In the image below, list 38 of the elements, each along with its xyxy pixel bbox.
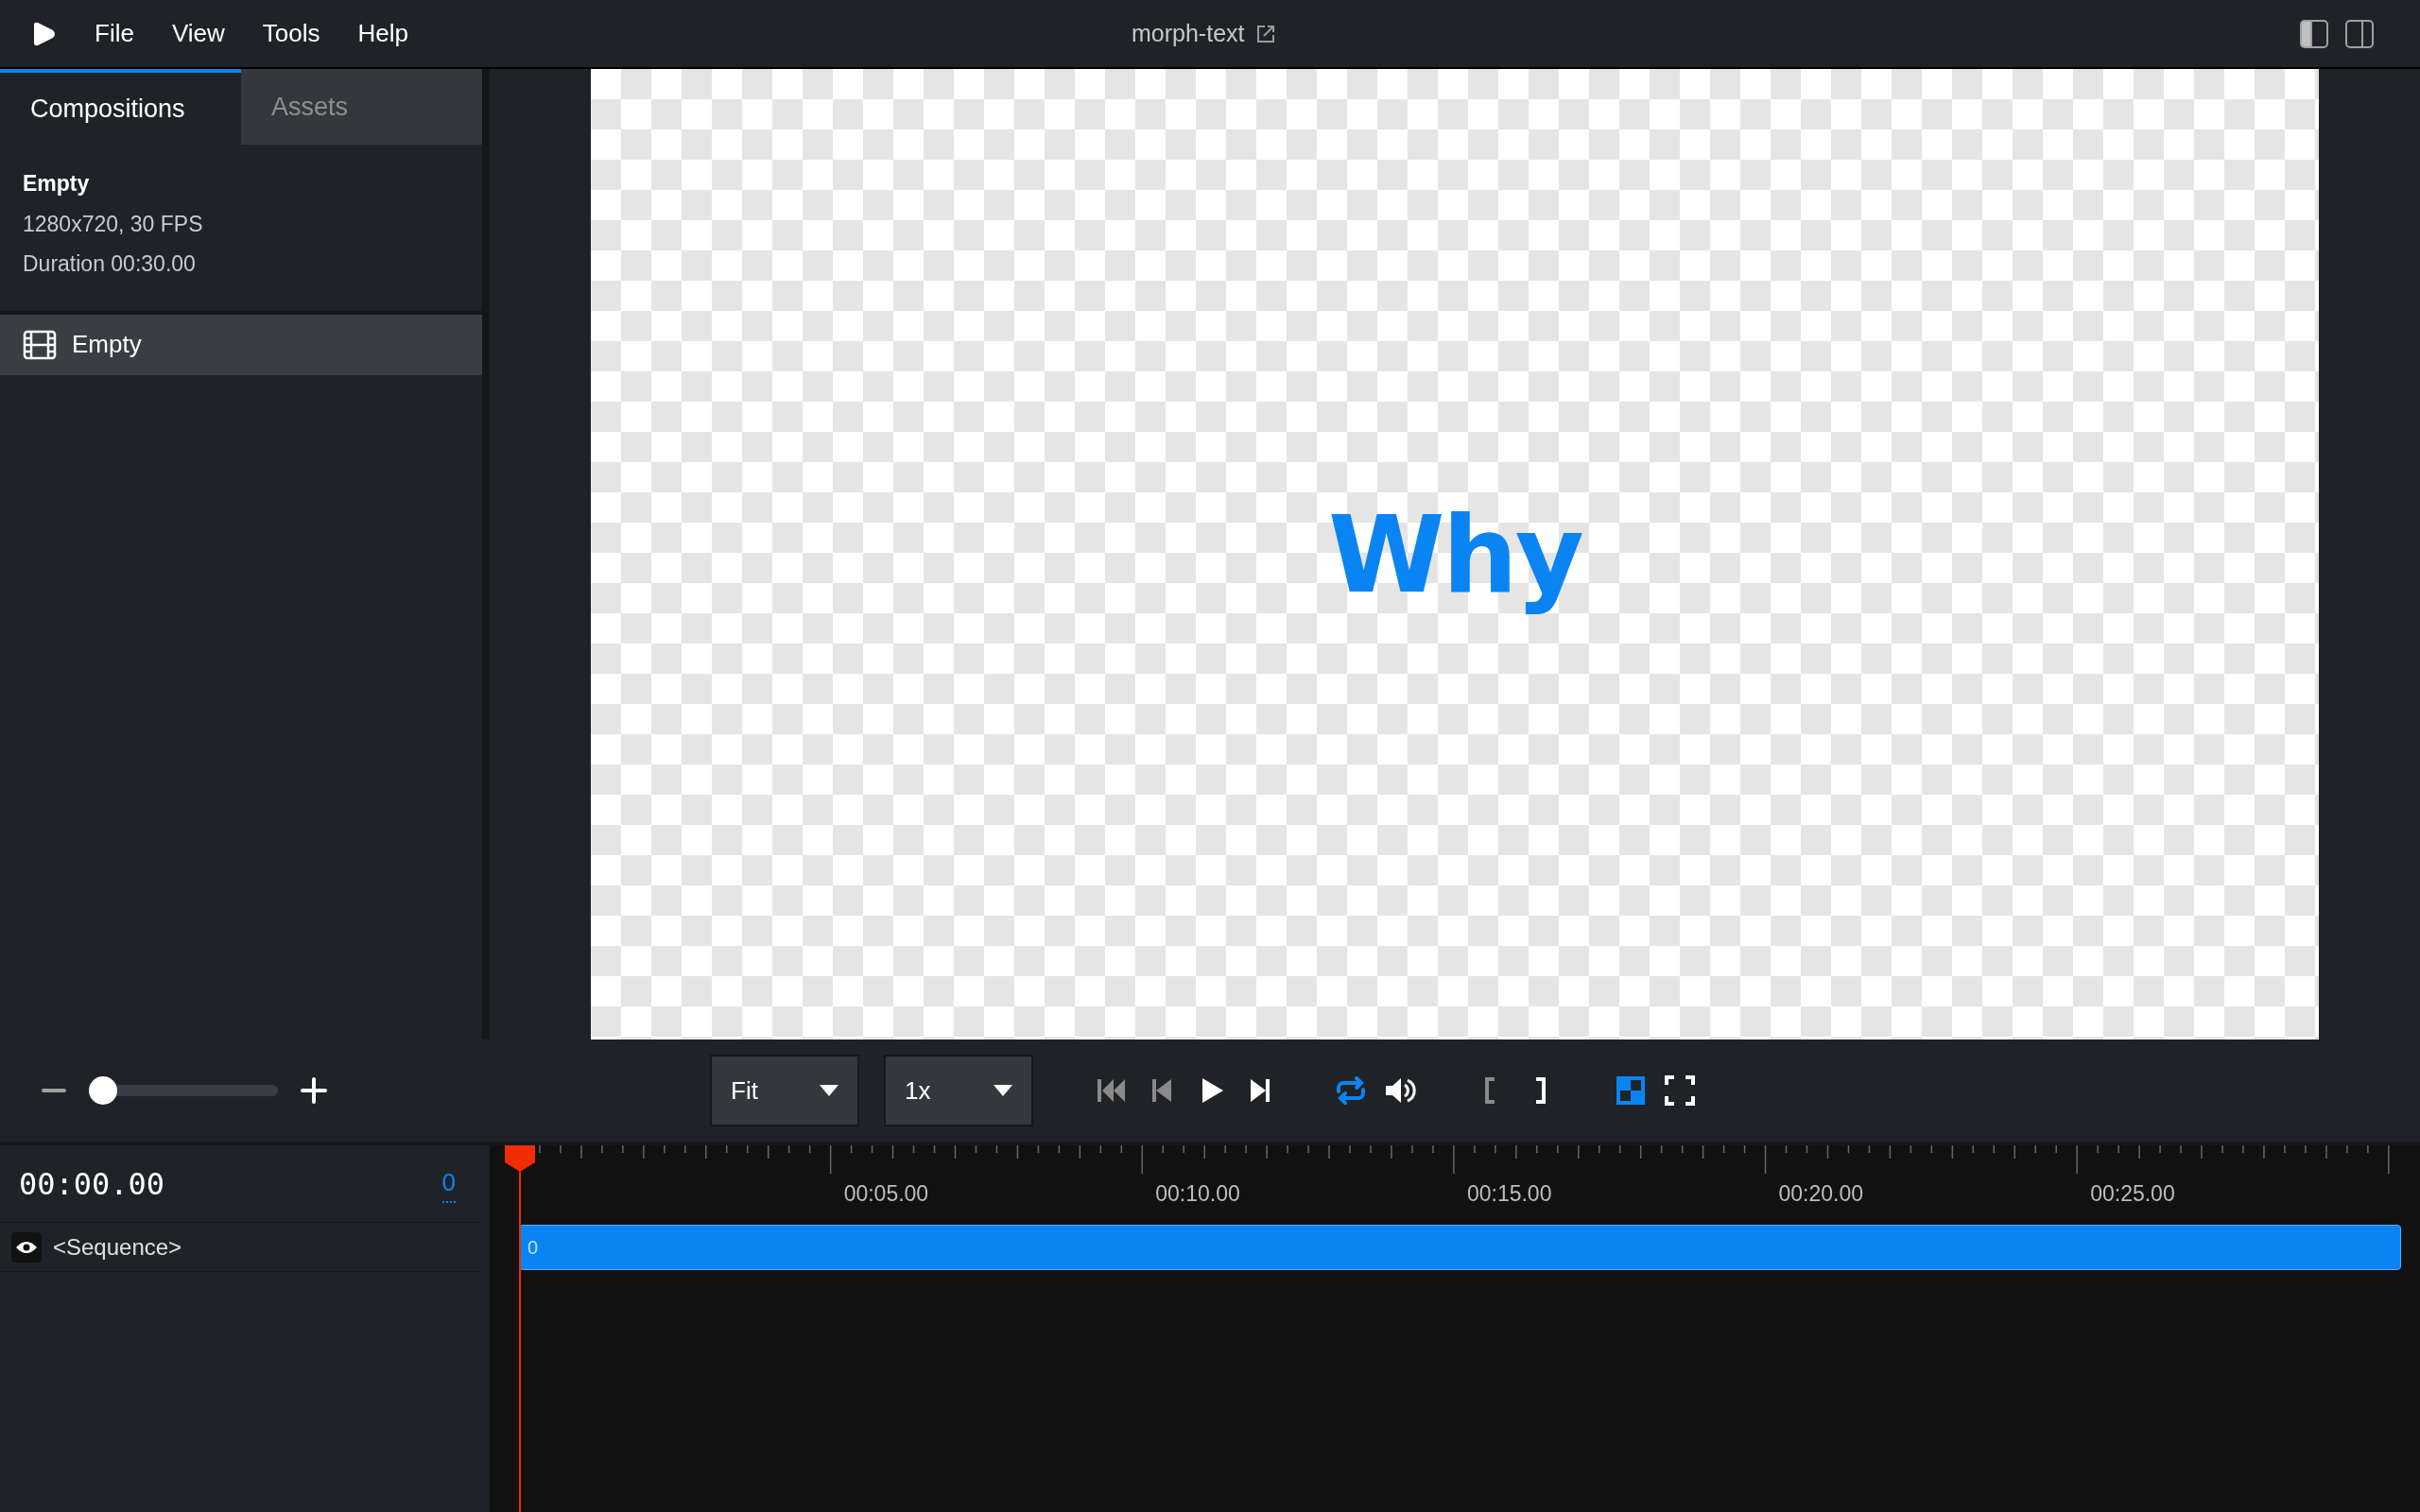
caret-icon [994, 1085, 1012, 1096]
size-dropdown[interactable]: Fit [710, 1055, 859, 1126]
left-panel-toggle-icon[interactable] [2299, 18, 2329, 49]
checkerboard-icon[interactable] [1614, 1074, 1648, 1108]
panel-tab[interactable]: Assets [241, 69, 482, 145]
external-link-icon[interactable] [1255, 23, 1277, 44]
menu-item[interactable]: Help [357, 15, 408, 52]
zoom-out-icon[interactable] [42, 1088, 66, 1093]
preview-text: Why [1328, 491, 1582, 618]
current-time: 00:00.00 [19, 1164, 165, 1204]
eye-icon [15, 1239, 38, 1255]
composition-name: Empty [23, 170, 91, 198]
caret-icon [820, 1085, 838, 1096]
menu-item[interactable]: File [95, 15, 134, 52]
ruler-label: 00:20.00 [1778, 1180, 1864, 1208]
right-panel-toggle-icon[interactable] [2344, 18, 2375, 49]
menu-item[interactable]: View [171, 15, 225, 52]
track-label: <Sequence> [53, 1232, 182, 1262]
menu-item[interactable]: Tools [262, 15, 320, 52]
film-icon [23, 329, 57, 360]
composition-label: Empty [72, 329, 142, 360]
loop-icon[interactable] [1334, 1074, 1368, 1108]
zoom-in-icon[interactable] [301, 1077, 327, 1104]
project-title: morph-text [1132, 18, 1245, 48]
composition-size: 1280x720, 30 FPS [23, 210, 204, 238]
ruler-label: 00:15.00 [1466, 1180, 1552, 1208]
ruler-label: 00:05.00 [843, 1180, 929, 1208]
composition-duration: Duration 00:30.00 [23, 250, 197, 278]
rate-dropdown[interactable]: 1x [884, 1055, 1033, 1126]
zoom-slider[interactable] [89, 1076, 278, 1105]
ruler-label: 00:10.00 [1155, 1180, 1240, 1208]
playhead-handle-icon[interactable] [505, 1145, 535, 1172]
ruler-label: 00:25.00 [2090, 1180, 2175, 1208]
slider-thumb[interactable] [89, 1076, 117, 1105]
visibility-toggle[interactable] [11, 1231, 42, 1263]
frame-number[interactable]: 0 [441, 1164, 456, 1203]
composition-item[interactable]: Empty [0, 314, 482, 375]
fullscreen-icon[interactable] [1663, 1074, 1697, 1108]
